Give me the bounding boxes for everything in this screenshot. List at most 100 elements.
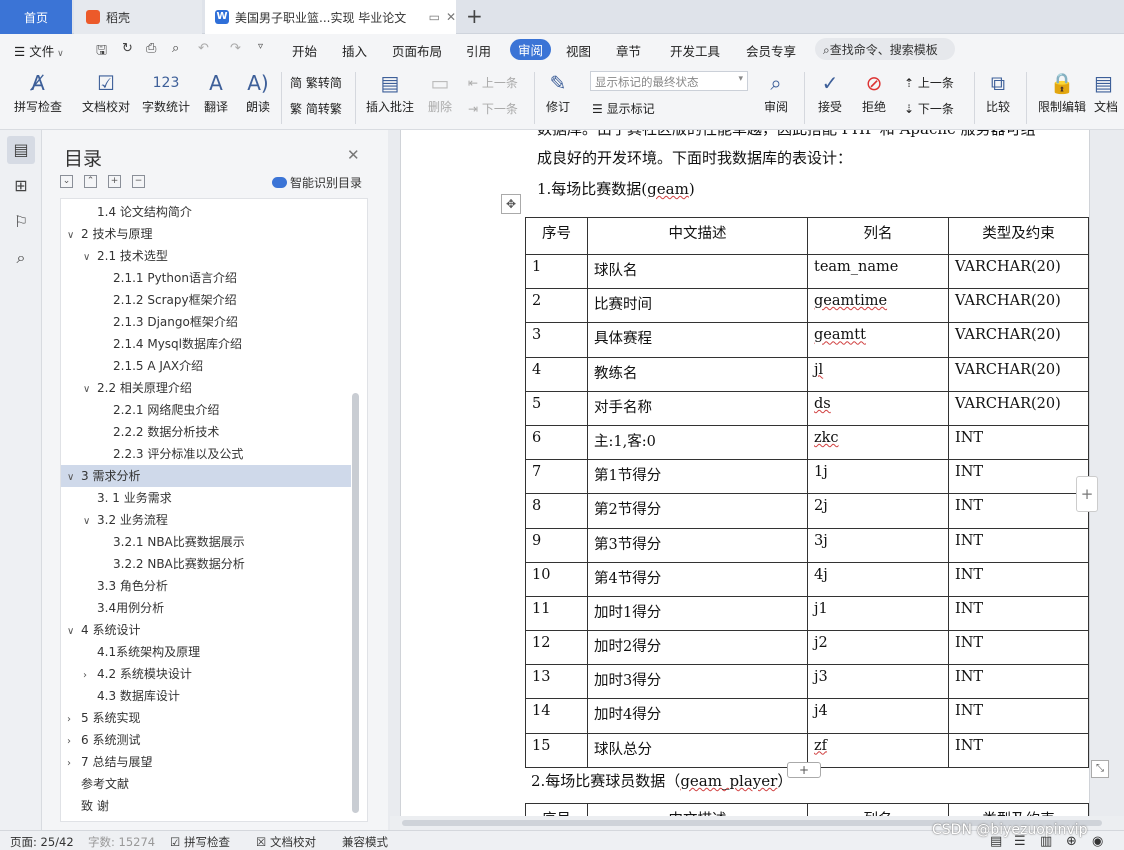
cell-type[interactable]: INT <box>948 459 1089 495</box>
cell-type[interactable]: VARCHAR(20) <box>948 322 1089 358</box>
markup-state-dropdown[interactable]: 显示标记的最终状态 ▾ <box>590 71 748 91</box>
cell-type[interactable]: VARCHAR(20) <box>948 390 1089 426</box>
toc-item[interactable]: ∨ 4 系统设计 <box>67 619 140 641</box>
restrict-editing-button[interactable]: 🔒 限制编辑 <box>1034 68 1090 115</box>
tab-home[interactable]: 首页 <box>0 0 72 34</box>
prev-comment-button[interactable]: ⇤ 上一条 <box>468 74 518 91</box>
page-indicator[interactable]: 页面: 25/42 <box>10 834 74 850</box>
toc-item[interactable]: 参考文献 <box>67 773 129 795</box>
cell-description[interactable]: 加时1得分 <box>587 595 808 632</box>
outline-icon[interactable]: ⊞ <box>7 172 35 200</box>
read-aloud-button[interactable]: A) 朗读 <box>240 68 276 115</box>
resize-table-icon[interactable]: ⤡ <box>1091 760 1109 778</box>
toc-item[interactable]: › 5 系统实现 <box>67 707 140 729</box>
spell-check-status[interactable]: ☑ 拼写检查 <box>170 834 230 850</box>
cell-type[interactable]: VARCHAR(20) <box>948 288 1089 324</box>
toc-item[interactable]: 3. 1 业务需求 <box>83 487 172 509</box>
command-search[interactable]: ⌕查找命令、搜索模板 <box>815 38 955 60</box>
word-count-button[interactable]: 123 字数统计 <box>138 68 194 115</box>
monitor-icon[interactable]: ▭ <box>429 10 440 24</box>
cell-column-name[interactable]: geamtime <box>807 288 949 324</box>
menu-page-layout[interactable]: 页面布局 <box>392 41 442 60</box>
cell-column-name[interactable]: 2j <box>807 493 949 529</box>
toc-item[interactable]: 3.2.2 NBA比赛数据分析 <box>99 553 245 575</box>
cell-column-name[interactable]: 4j <box>807 561 949 597</box>
cell-index[interactable]: 12 <box>525 630 588 666</box>
toc-scrollbar[interactable] <box>352 393 359 813</box>
undo-icon[interactable]: ↶ <box>198 41 209 56</box>
cell-description[interactable]: 加时3得分 <box>587 664 808 700</box>
cell-type[interactable]: INT <box>948 630 1089 666</box>
add-row-button[interactable]: + <box>787 762 821 778</box>
cell-type[interactable]: INT <box>948 493 1089 529</box>
toc-item[interactable]: ∨ 2 技术与原理 <box>67 223 152 245</box>
eye-icon[interactable]: ◉ <box>1092 834 1103 849</box>
toc-item[interactable]: ∨ 2.1 技术选型 <box>83 245 168 267</box>
customize-icon[interactable]: ▿ <box>258 41 263 52</box>
move-table-icon[interactable]: ✥ <box>501 194 521 214</box>
menu-start[interactable]: 开始 <box>292 41 317 60</box>
add-heading-icon[interactable]: + <box>108 175 121 188</box>
add-column-button[interactable]: + <box>1076 476 1098 512</box>
toc-item[interactable]: 3.4用例分析 <box>83 597 164 619</box>
cell-index[interactable]: 13 <box>525 664 588 700</box>
toc-item[interactable]: 2.2.3 评分标准以及公式 <box>99 443 243 465</box>
close-tab-icon[interactable]: ✕ <box>446 10 456 24</box>
simp-to-trad-button[interactable]: 繁 简转繁 <box>290 100 342 117</box>
cell-type[interactable]: INT <box>948 732 1089 768</box>
chevron-right-icon[interactable]: › <box>67 709 81 731</box>
chevron-down-icon[interactable]: ∨ <box>67 621 81 643</box>
cell-description[interactable]: 加时2得分 <box>587 630 808 666</box>
cell-description[interactable]: 第3节得分 <box>587 527 808 563</box>
chevron-down-icon[interactable]: ∨ <box>67 467 81 489</box>
cell-index[interactable]: 4 <box>525 356 588 392</box>
show-markup-button[interactable]: ☰ 显示标记 <box>592 100 655 117</box>
expand-icon[interactable]: ⌃ <box>84 175 97 188</box>
cell-column-name[interactable]: zf <box>807 732 949 768</box>
toc-item[interactable]: 3.2.1 NBA比赛数据展示 <box>99 531 245 553</box>
cell-type[interactable]: VARCHAR(20) <box>948 356 1089 392</box>
cell-type[interactable]: INT <box>948 424 1089 461</box>
cell-description[interactable]: 第2节得分 <box>587 493 808 529</box>
toc-item[interactable]: 致 谢 <box>67 795 109 817</box>
remove-heading-icon[interactable]: − <box>132 175 145 188</box>
menu-insert[interactable]: 插入 <box>342 41 367 60</box>
redo-icon[interactable]: ↷ <box>230 41 241 56</box>
cell-type[interactable]: INT <box>948 664 1089 700</box>
tab-document[interactable]: W 美国男子职业篮...实现 毕业论文 ▭ ✕ <box>205 0 456 34</box>
delete-comment-button[interactable]: ▭ 删除 <box>420 68 460 115</box>
toc-item[interactable]: 2.1.4 Mysql数据库介绍 <box>99 333 242 355</box>
chevron-right-icon[interactable]: › <box>67 731 81 753</box>
cell-index[interactable]: 7 <box>525 459 588 495</box>
cell-description[interactable]: 加时4得分 <box>587 698 808 734</box>
toc-item[interactable]: › 7 总结与展望 <box>67 751 152 773</box>
toc-item[interactable]: 2.2.2 数据分析技术 <box>99 421 219 443</box>
translate-button[interactable]: A 翻译 <box>198 68 234 115</box>
toc-item[interactable]: 2.1.1 Python语言介绍 <box>99 267 237 289</box>
toc-item[interactable]: ∨ 2.2 相关原理介绍 <box>83 377 192 399</box>
cell-index[interactable]: 14 <box>525 698 588 734</box>
cell-description[interactable]: 主:1,客:0 <box>587 424 808 461</box>
preview-icon[interactable]: ⌕ <box>172 41 179 56</box>
menu-view[interactable]: 视图 <box>566 41 591 60</box>
collapse-all-icon[interactable]: ⌄ <box>60 175 73 188</box>
toc-item[interactable]: › 6 系统测试 <box>67 729 140 751</box>
cell-description[interactable]: 教练名 <box>587 356 808 392</box>
menu-chapter[interactable]: 章节 <box>616 41 641 60</box>
cell-index[interactable]: 2 <box>525 288 588 324</box>
prev-change-button[interactable]: ⇡ 上一条 <box>904 74 954 91</box>
toc-item[interactable]: 4.3 数据库设计 <box>83 685 180 707</box>
accept-button[interactable]: ✓ 接受 <box>810 68 850 115</box>
toc-item[interactable]: 3.3 角色分析 <box>83 575 168 597</box>
cell-column-name[interactable]: 3j <box>807 527 949 563</box>
compare-button[interactable]: ⧉ 比较 <box>978 68 1018 115</box>
menu-review[interactable]: 审阅 <box>510 39 552 60</box>
cell-column-name[interactable]: team_name <box>807 253 949 290</box>
review-pane-button[interactable]: ⌕ 审阅 <box>756 68 796 115</box>
toc-item[interactable]: › 4.2 系统模块设计 <box>83 663 192 685</box>
cell-column-name[interactable]: j2 <box>807 630 949 666</box>
chevron-down-icon[interactable]: ∨ <box>83 379 97 401</box>
search-icon[interactable]: ⌕ <box>7 244 35 272</box>
toc-item[interactable]: 2.1.3 Django框架介绍 <box>99 311 238 333</box>
chevron-down-icon[interactable]: ∨ <box>83 247 97 269</box>
